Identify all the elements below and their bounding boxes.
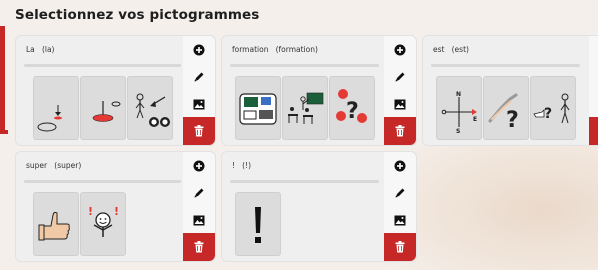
pictogram-tile[interactable] <box>80 76 126 140</box>
card-divider <box>24 180 181 183</box>
image-button[interactable] <box>589 90 598 119</box>
pencil-icon <box>395 188 405 198</box>
card-divider <box>24 64 181 67</box>
delete-button[interactable] <box>183 117 215 145</box>
word-label: super (super) <box>26 161 82 170</box>
edit-button[interactable] <box>183 63 215 92</box>
pictogram-tile[interactable]: N S E <box>436 76 482 140</box>
word-label: La (la) <box>26 45 55 54</box>
pictogram-tile[interactable]: ? <box>329 76 375 140</box>
card-divider <box>230 180 379 183</box>
image-button[interactable] <box>183 90 215 119</box>
plus-circle-icon <box>394 160 406 172</box>
plus-circle-icon <box>193 160 205 172</box>
word-label: ! (!) <box>232 161 252 170</box>
svg-text:?: ? <box>544 106 552 122</box>
delete-button[interactable] <box>384 233 416 261</box>
add-button[interactable] <box>183 36 215 65</box>
add-button[interactable] <box>183 152 215 181</box>
card-actions <box>384 36 416 145</box>
image-icon <box>193 99 205 109</box>
image-icon <box>394 99 406 109</box>
pictogram-tile[interactable] <box>282 76 328 140</box>
add-button[interactable] <box>589 36 598 65</box>
pictogram-tile[interactable] <box>33 76 79 140</box>
page-title: Selectionnez vos pictogrammes <box>15 7 260 23</box>
word-card-exclamation: ! (!) <box>221 151 417 262</box>
delete-button[interactable] <box>589 117 598 145</box>
card-actions <box>183 36 215 145</box>
svg-text:E: E <box>473 116 477 123</box>
pictogram-tile[interactable] <box>235 192 281 256</box>
edit-button[interactable] <box>183 179 215 208</box>
trash-icon <box>194 241 204 253</box>
trash-icon <box>395 241 405 253</box>
image-button[interactable] <box>183 206 215 235</box>
accent-bar <box>0 26 5 134</box>
word-card-super: super (super) ! ! <box>15 151 216 262</box>
word-label: est (est) <box>433 45 469 54</box>
svg-text:?: ? <box>506 108 519 133</box>
trash-icon <box>395 125 405 137</box>
card-divider <box>230 64 379 67</box>
add-button[interactable] <box>384 36 416 65</box>
edit-button[interactable] <box>589 63 598 92</box>
plus-circle-icon <box>193 44 205 56</box>
svg-text:S: S <box>456 128 460 135</box>
accent-bar-tick <box>0 130 8 134</box>
word-card-formation: formation (formation) ? <box>221 35 417 146</box>
trash-icon <box>194 125 204 137</box>
word-card-est: est (est) N S E ? ? <box>422 35 598 146</box>
card-divider <box>431 64 580 67</box>
svg-text:?: ? <box>346 99 359 124</box>
add-button[interactable] <box>384 152 416 181</box>
svg-text:N: N <box>456 91 461 98</box>
pencil-icon <box>194 72 204 82</box>
pictogram-tile[interactable] <box>235 76 281 140</box>
pencil-icon <box>194 188 204 198</box>
svg-text:!: ! <box>88 205 93 218</box>
pictogram-tile[interactable] <box>33 192 79 256</box>
card-actions <box>384 152 416 261</box>
pictogram-tile[interactable]: ? <box>530 76 576 140</box>
card-actions <box>589 36 598 145</box>
pictogram-tile[interactable]: ? <box>483 76 529 140</box>
delete-button[interactable] <box>183 233 215 261</box>
edit-button[interactable] <box>384 179 416 208</box>
image-button[interactable] <box>384 90 416 119</box>
pencil-icon <box>395 72 405 82</box>
plus-circle-icon <box>394 44 406 56</box>
svg-text:!: ! <box>114 205 119 218</box>
image-icon <box>193 215 205 225</box>
edit-button[interactable] <box>384 63 416 92</box>
word-label: formation (formation) <box>232 45 318 54</box>
image-button[interactable] <box>384 206 416 235</box>
card-actions <box>183 152 215 261</box>
pictogram-tile[interactable]: ! ! <box>80 192 126 256</box>
image-icon <box>394 215 406 225</box>
delete-button[interactable] <box>384 117 416 145</box>
pictogram-tile[interactable] <box>127 76 173 140</box>
word-card-la: La (la) <box>15 35 216 146</box>
